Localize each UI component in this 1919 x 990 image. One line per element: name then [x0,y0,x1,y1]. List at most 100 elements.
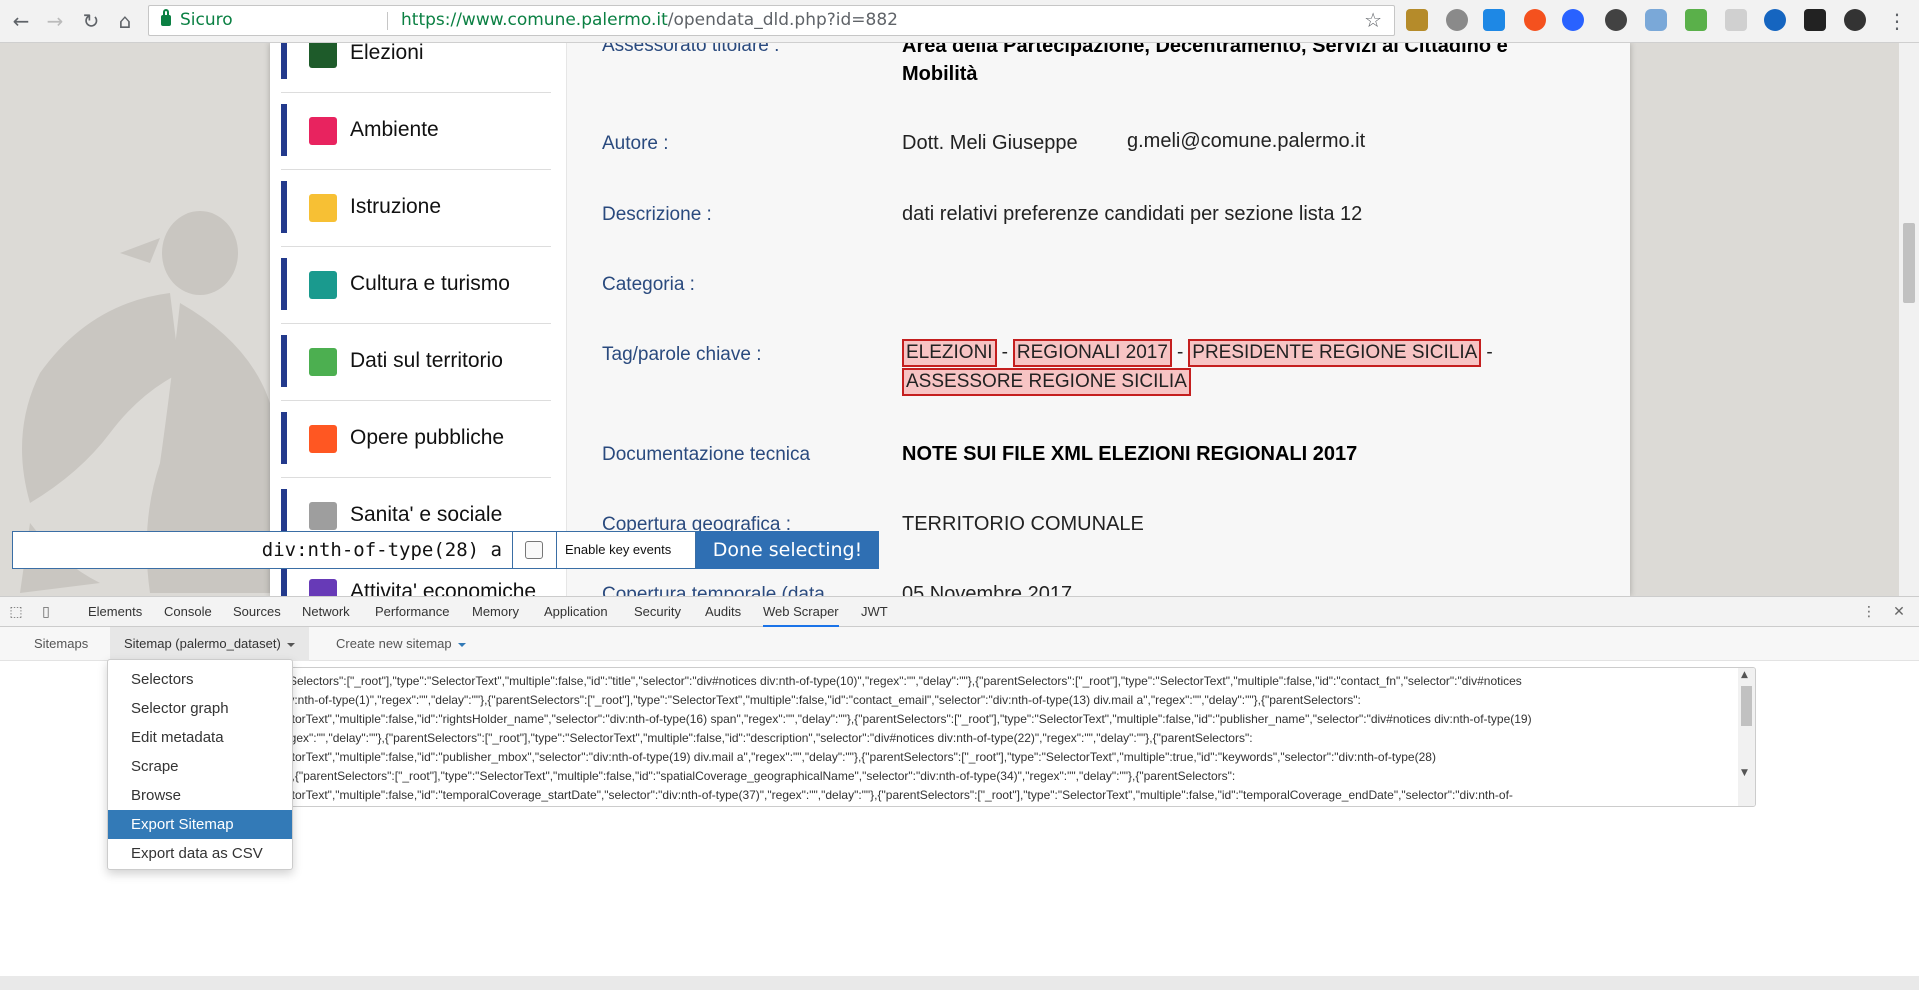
scroll-up-icon[interactable]: ▲ [1741,670,1748,680]
device-toolbar-icon[interactable]: ▯ [38,604,54,620]
selector-input[interactable] [13,532,513,568]
current-sitemap-dropdown[interactable]: Sitemap (palermo_dataset) [110,627,309,661]
category-label: Ambiente [350,118,439,141]
category-item-ambiente[interactable]: Ambiente [281,94,551,170]
category-color-square [309,271,337,299]
tab-audits[interactable]: Audits [705,597,741,627]
devtools-panel: ⬚ ▯ Elements Console Sources Network Per… [0,596,1919,990]
sitemap-menu: Selectors Selector graph Edit metadata S… [107,659,293,870]
bookmark-star-icon[interactable]: ☆ [1364,6,1382,35]
menu-item-selectors[interactable]: Selectors [108,665,292,694]
devtools-horizontal-scrollbar[interactable] [0,976,1919,990]
extension-gears-icon[interactable] [1446,9,1468,31]
tag-separator: - [1001,342,1008,363]
devtools-menu-icon[interactable]: ⋮ [1861,604,1877,620]
copertura-temp-value: 05 Novembre 2017 [902,583,1073,596]
sitemaps-link[interactable]: Sitemaps [20,627,102,661]
category-accent-bar [281,258,287,310]
menu-item-export-sitemap[interactable]: Export Sitemap [108,810,292,839]
menu-item-export-csv[interactable]: Export data as CSV [108,839,292,868]
category-label: Dati sul territorio [350,349,503,372]
copertura-geo-value: TERRITORIO COMUNALE [902,513,1144,535]
extension-profile-icon[interactable] [1844,9,1866,31]
category-label: Elezioni [350,43,424,64]
extension-github-icon[interactable] [1605,9,1627,31]
tab-performance[interactable]: Performance [375,597,449,627]
categoria-label: Categoria : [602,274,695,295]
tab-application[interactable]: Application [544,597,608,627]
assessorato-value-line2: Mobilità [902,63,978,85]
home-icon[interactable]: ⌂ [112,8,138,34]
autore-label: Autore : [602,133,669,154]
page-scrollbar[interactable] [1899,43,1919,596]
extension-eye-icon[interactable] [1764,9,1786,31]
close-devtools-icon[interactable]: ✕ [1891,604,1907,620]
menu-item-selector-graph[interactable]: Selector graph [108,694,292,723]
assessorato-label: Assessorato titolare : [602,43,780,56]
page-scrollbar-thumb[interactable] [1903,223,1915,303]
json-scrollbar[interactable]: ▲ ▼ [1738,668,1755,806]
tag-presidente-regione[interactable]: PRESIDENTE REGIONE SICILIA [1188,339,1482,367]
tag-assessore-regione[interactable]: ASSESSORE REGIONE SICILIA [902,368,1191,396]
json-line: ectorText","multiple":false,"id":"rights… [279,712,1532,726]
category-item-dati-territorio[interactable]: Dati sul territorio [281,325,551,401]
enable-key-events-checkbox[interactable] [525,541,543,559]
extension-box-icon[interactable] [1725,9,1747,31]
assessorato-value-line1: Area della Partecipazione, Decentramento… [902,43,1508,57]
tag-regionali-2017[interactable]: REGIONALI 2017 [1012,339,1172,367]
autore-name: Dott. Meli Giuseppe [902,132,1078,154]
category-label: Opere pubbliche [350,426,505,449]
category-item-cultura-turismo[interactable]: Cultura e turismo [281,248,551,324]
tab-jwt[interactable]: JWT [861,597,888,627]
scroll-down-icon[interactable]: ▼ [1741,768,1748,778]
devtools-tabbar: ⬚ ▯ Elements Console Sources Network Per… [0,597,1919,627]
category-label: Istruzione [350,195,442,218]
category-menu: Elezioni Ambiente Istruzione Cultura e t… [270,43,567,596]
tab-console[interactable]: Console [164,597,212,627]
address-bar[interactable]: Sicuro https://www.comune.palermo.it/ope… [148,5,1395,36]
category-color-square [309,194,337,222]
menu-item-browse[interactable]: Browse [108,781,292,810]
extension-bowl-icon[interactable] [1406,9,1428,31]
category-item-elezioni[interactable]: Elezioni [281,43,551,93]
extension-robot-icon[interactable] [1645,9,1667,31]
extension-dark-icon[interactable] [1804,9,1826,31]
done-selecting-button[interactable]: Done selecting! [696,531,879,569]
tab-sources[interactable]: Sources [233,597,281,627]
extension-window-icon[interactable] [1483,9,1505,31]
tab-elements[interactable]: Elements [88,597,142,627]
tab-network[interactable]: Network [302,597,350,627]
json-line: ectorText","multiple":false,"id":"publis… [279,750,1436,764]
extension-globe-icon[interactable] [1562,9,1584,31]
tab-memory[interactable]: Memory [472,597,519,627]
json-line: regex":"","delay":""},{"parentSelectors"… [279,731,1253,745]
extension-scraper-icon[interactable] [1685,9,1707,31]
tab-web-scraper[interactable]: Web Scraper [763,597,839,627]
menu-item-edit-metadata[interactable]: Edit metadata [108,723,292,752]
forward-icon[interactable]: → [42,8,68,34]
doc-value[interactable]: NOTE SUI FILE XML ELEZIONI REGIONALI 201… [902,443,1357,466]
autore-email[interactable]: g.meli@comune.palermo.it [1127,130,1365,153]
descrizione-value: dati relativi preferenze candidati per s… [902,203,1363,225]
doc-label: Documentazione tecnica [602,444,811,465]
category-accent-bar [281,43,287,79]
browser-toolbar: ← → ↻ ⌂ Sicuro https://www.comune.palerm… [0,0,1919,43]
tab-security[interactable]: Security [634,597,681,627]
tag-elezioni[interactable]: ELEZIONI [902,339,997,367]
back-icon[interactable]: ← [8,8,34,34]
category-accent-bar [281,412,287,464]
create-sitemap-dropdown[interactable]: Create new sitemap [322,627,480,661]
json-line: ntSelectors":["_root"],"type":"SelectorT… [279,674,1522,688]
menu-item-scrape[interactable]: Scrape [108,752,292,781]
sitemap-json-textarea[interactable]: ntSelectors":["_root"],"type":"SelectorT… [108,667,1756,807]
inspect-element-icon[interactable]: ⬚ [8,604,24,620]
url-text[interactable]: https://www.comune.palermo.it/opendata_d… [401,6,898,35]
category-item-opere-pubbliche[interactable]: Opere pubbliche [281,402,551,478]
json-scrollbar-thumb[interactable] [1741,686,1752,726]
reload-icon[interactable]: ↻ [78,8,104,34]
web-scraper-nav: Sitemaps Sitemap (palermo_dataset) Creat… [0,627,1919,661]
json-line: div:nth-of-type(1)","regex":"","delay":"… [279,693,1361,707]
browser-menu-icon[interactable]: ⋮ [1884,8,1910,34]
category-item-istruzione[interactable]: Istruzione [281,171,551,247]
extension-lifebuoy-icon[interactable] [1524,9,1546,31]
